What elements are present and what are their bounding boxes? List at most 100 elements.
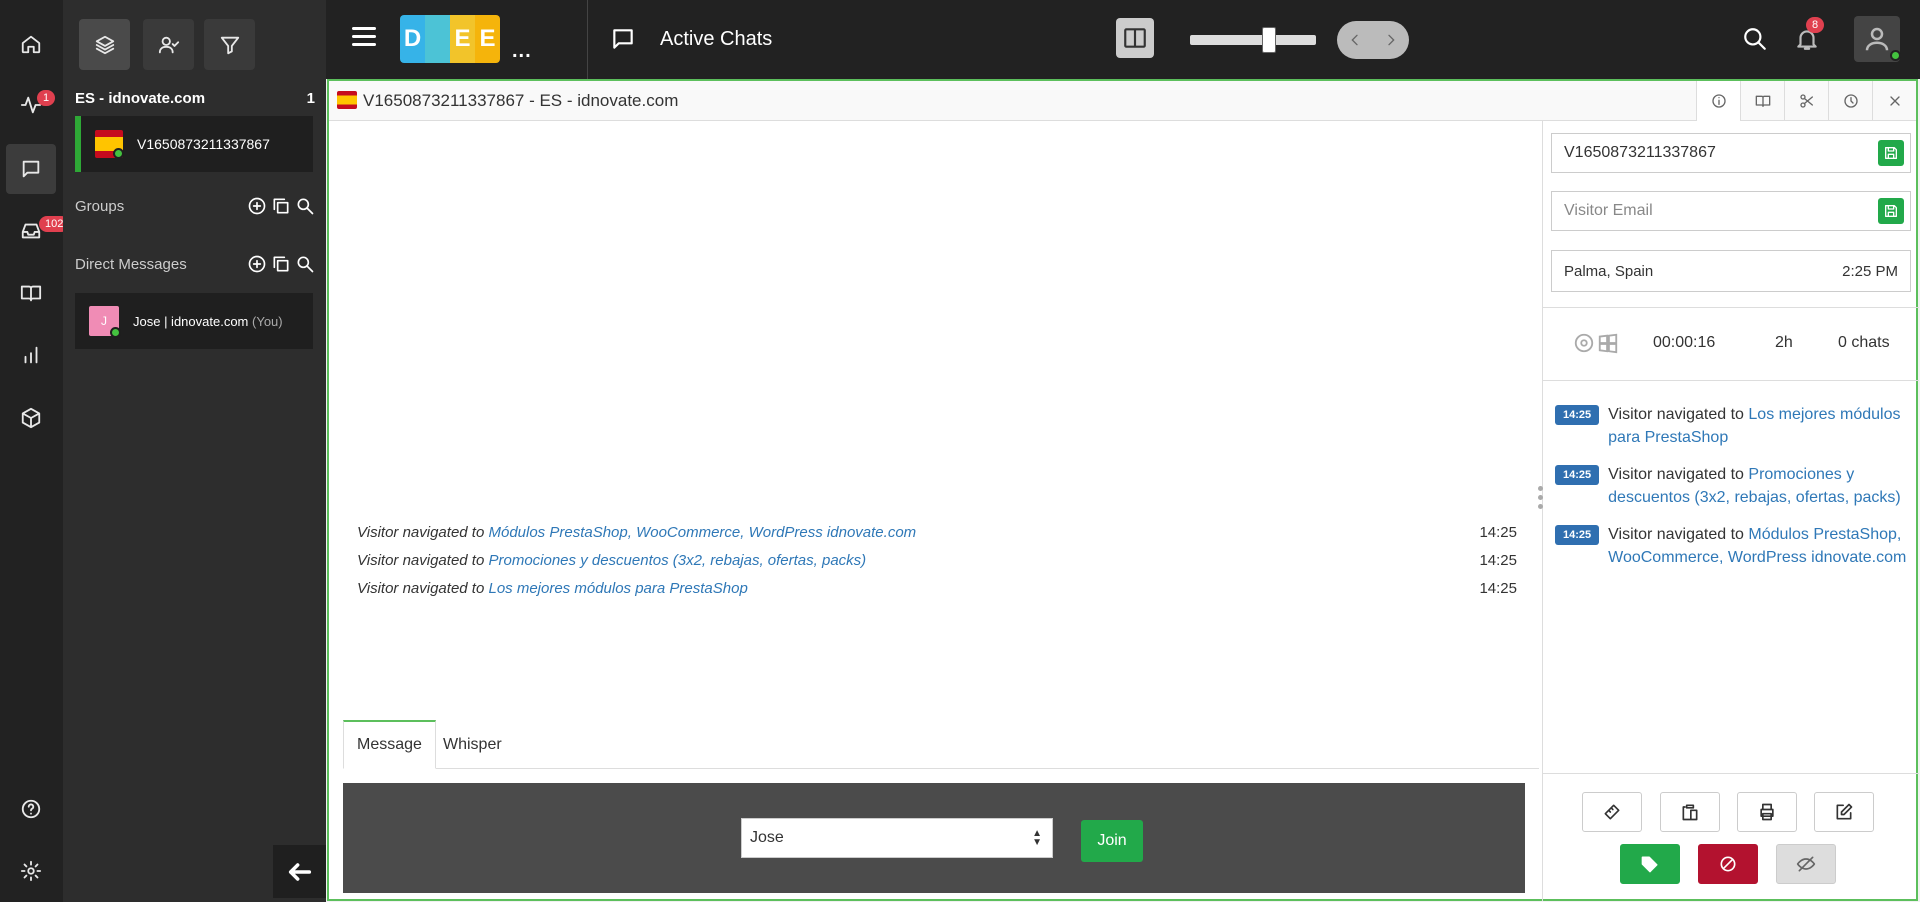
activity-badge: 1 [37, 90, 56, 106]
save-nick-button[interactable] [1878, 140, 1904, 166]
search-dm-icon[interactable] [295, 254, 315, 274]
tab-whisper[interactable]: Whisper [430, 720, 515, 769]
home-button[interactable] [6, 19, 56, 69]
print-button[interactable] [1737, 792, 1797, 832]
tab-history[interactable] [1828, 81, 1872, 121]
info-icon [1711, 94, 1726, 108]
active-chat-item[interactable]: V1650873211337867 [75, 116, 313, 172]
visitor-time-on-site: 2h [1775, 334, 1793, 351]
clipboard-icon [1682, 804, 1698, 821]
arrow-left-icon [288, 862, 311, 881]
visitor-info-panel: V1650873211337867 Visitor Email Palma, S… [1538, 121, 1919, 901]
user-menu-button[interactable] [1854, 16, 1901, 62]
avatar: J [89, 306, 121, 338]
left-icon-rail: 1 102 [0, 0, 70, 902]
scissors-icon [1799, 94, 1813, 108]
online-status-dot [113, 148, 124, 159]
tab-message[interactable]: Message [343, 720, 436, 769]
ticket-button[interactable] [1582, 792, 1642, 832]
department-count: 1 [306, 90, 315, 107]
list-item: 14:25 Visitor navigated to Los mejores m… [1555, 403, 1911, 449]
modules-button[interactable] [6, 393, 56, 443]
block-visitor-button[interactable] [1698, 844, 1758, 884]
chats-button[interactable] [6, 144, 56, 194]
operator-select[interactable]: Jose ▲ ▼ [741, 818, 1053, 858]
filter-toggle[interactable] [204, 19, 255, 70]
chat-window-header: V1650873211337867 - ES - idnovate.com [329, 81, 1916, 121]
visitor-stats: 00:00:16 2h 0 chats [1543, 307, 1919, 381]
search-button[interactable] [1742, 26, 1768, 57]
notifications-badge: 8 [1806, 17, 1825, 33]
message-row: Visitor navigated to Módulos PrestaShop,… [357, 524, 1517, 541]
close-chat-button[interactable] [1872, 81, 1916, 121]
collapse-panel-button[interactable] [273, 845, 326, 898]
message-prefix: Visitor navigated to [357, 524, 485, 541]
menu-toggle-button[interactable] [352, 27, 376, 51]
save-email-button[interactable] [1878, 198, 1904, 224]
visitor-chats-count: 0 chats [1838, 334, 1890, 351]
nav-prefix: Visitor navigated to [1608, 406, 1744, 423]
hide-visitor-button[interactable] [1776, 844, 1836, 884]
home-icon [21, 35, 41, 54]
layout-toggle-button[interactable] [1116, 18, 1154, 58]
message-link[interactable]: Promociones y descuentos (3x2, rebajas, … [488, 552, 866, 569]
tab-knowledge[interactable] [1740, 81, 1784, 121]
chevron-right-icon[interactable] [1383, 32, 1399, 48]
bar-chart-icon [24, 346, 38, 364]
copy-groups-icon[interactable] [271, 196, 291, 216]
chevron-left-icon[interactable] [1347, 32, 1363, 48]
visitor-email-field[interactable]: Visitor Email [1551, 191, 1911, 231]
book-icon [1755, 95, 1770, 107]
save-icon [1885, 205, 1897, 217]
edit-button[interactable] [1814, 792, 1874, 832]
message-link[interactable]: Módulos PrestaShop, WooCommerce, WordPre… [488, 524, 916, 541]
online-status-dot [110, 327, 121, 338]
layers-toggle[interactable] [79, 19, 130, 70]
knowledge-base-button[interactable] [6, 268, 56, 318]
gear-icon [20, 860, 42, 882]
tab-info[interactable] [1696, 81, 1740, 121]
save-icon [1885, 147, 1897, 159]
copy-transcript-button[interactable] [1660, 792, 1720, 832]
visitor-nick-field[interactable]: V1650873211337867 [1551, 133, 1911, 173]
logo-segment [425, 15, 450, 63]
department-header[interactable]: ES - idnovate.com 1 [75, 90, 315, 107]
tab-canned[interactable] [1784, 81, 1828, 121]
chat-window: V1650873211337867 - ES - idnovate.com Vi… [327, 79, 1919, 901]
settings-button[interactable] [6, 846, 56, 896]
edit-icon [1836, 803, 1853, 820]
search-groups-icon[interactable] [295, 196, 315, 216]
copy-dm-icon[interactable] [271, 254, 291, 274]
logo-segment: E [475, 15, 500, 63]
tags-button[interactable] [1620, 844, 1680, 884]
logo-segment: E [450, 15, 475, 63]
add-dm-icon[interactable] [247, 254, 267, 274]
add-group-icon[interactable] [247, 196, 267, 216]
select-caret-icon: ▲ ▼ [1032, 828, 1042, 848]
help-button[interactable] [6, 784, 56, 834]
resize-handle[interactable] [1538, 486, 1544, 513]
chat-bubble-icon [613, 29, 633, 49]
message-time: 14:25 [1479, 552, 1517, 569]
direct-messages-header: Direct Messages [75, 254, 315, 274]
groups-header: Groups [75, 196, 315, 216]
nav-prefix: Visitor navigated to [1608, 466, 1744, 483]
message-link[interactable]: Los mejores módulos para PrestaShop [488, 580, 747, 597]
ticket-icon [1604, 804, 1620, 820]
join-button[interactable]: Join [1081, 820, 1143, 862]
ban-icon [1720, 856, 1736, 872]
zoom-slider-thumb[interactable] [1261, 27, 1276, 53]
dm-user-name: Jose | idnovate.com [133, 313, 249, 329]
top-header-bar: DEE ... Active Chats 8 [326, 0, 1920, 79]
zoom-slider[interactable] [1190, 27, 1316, 53]
statistics-button[interactable] [6, 330, 56, 380]
tags-icon [1641, 856, 1658, 873]
more-menu-button[interactable]: ... [512, 40, 532, 63]
my-chats-toggle[interactable] [143, 19, 194, 70]
brand-logo[interactable]: DEE [400, 15, 500, 63]
dm-item-jose[interactable]: J Jose | idnovate.com (You) [75, 293, 313, 349]
chat-item-label: V1650873211337867 [137, 136, 270, 152]
search-icon [1744, 28, 1766, 50]
navigation-history: 14:25 Visitor navigated to Los mejores m… [1555, 403, 1911, 583]
direct-messages-label: Direct Messages [75, 255, 187, 273]
